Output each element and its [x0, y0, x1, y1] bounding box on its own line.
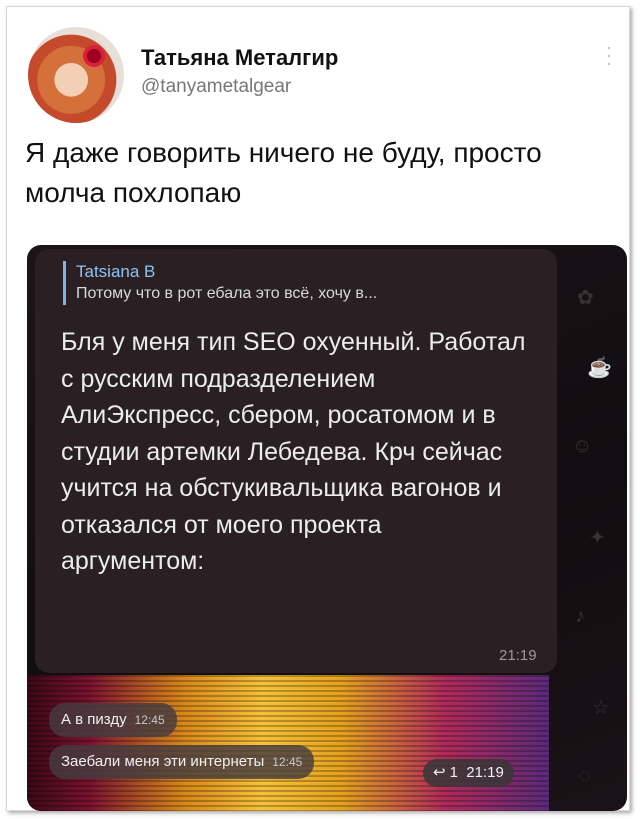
more-options-icon[interactable]: · · · [605, 38, 613, 72]
reply-count: 1 [449, 764, 458, 781]
doodle-icon: ✿ [577, 287, 594, 309]
attachment-bubble-time: 12:45 [134, 713, 165, 727]
replies-indicator[interactable]: ↩ 1 21:19 [423, 759, 514, 787]
image-attachment[interactable]: А в пизду 12:45 Заебали меня эти интернет… [27, 675, 549, 811]
attachment-bubble-text: А в пизду [61, 711, 127, 728]
attachment-bubble-text: Заебали меня эти интернеты [61, 753, 265, 770]
attachment-bubble: А в пизду 12:45 [49, 703, 177, 737]
doodle-icon: ☆ [592, 697, 610, 719]
tweet-text: Я даже говорить ничего не буду, просто м… [25, 137, 542, 208]
doodle-icon: ◌ [579, 765, 591, 787]
attachment-bubble: Заебали меня эти интернеты 12:45 [49, 745, 315, 779]
reply-snippet: Потому что в рот ебала это всё, хочу в..… [76, 285, 378, 302]
reply-arrow-icon: ↩ [433, 764, 446, 781]
attachment-bubble-time: 12:45 [272, 755, 303, 769]
doodle-icon: ☺ [572, 435, 593, 457]
author-handle[interactable]: @tanyametalgear [141, 76, 291, 98]
chat-screenshot: ✿ ☕ ☺ ✦ ♪ ☆ ◌ Tatsiana B Потому что в ро… [27, 245, 627, 811]
reply-quote[interactable]: Tatsiana B Потому что в рот ебала это вс… [63, 261, 377, 305]
tweet-card: Татьяна Металгир @tanyametalgear · · · Я д… [6, 6, 630, 811]
doodle-icon: ☕ [587, 357, 612, 379]
doodle-icon: ♪ [575, 605, 585, 627]
doodle-icon: ✦ [589, 527, 606, 549]
author-name[interactable]: Татьяна Металгир [141, 45, 338, 71]
message-text: Бля у меня тип SEO охуенный. Работал с р… [61, 328, 526, 575]
reply-author: Tatsiana B [76, 262, 156, 281]
attachment-time: 21:19 [466, 764, 504, 781]
avatar[interactable] [28, 27, 124, 123]
message-bubble[interactable]: Tatsiana B Потому что в рот ебала это вс… [35, 249, 557, 673]
flower-icon [83, 45, 105, 67]
message-time: 21:19 [499, 647, 537, 664]
